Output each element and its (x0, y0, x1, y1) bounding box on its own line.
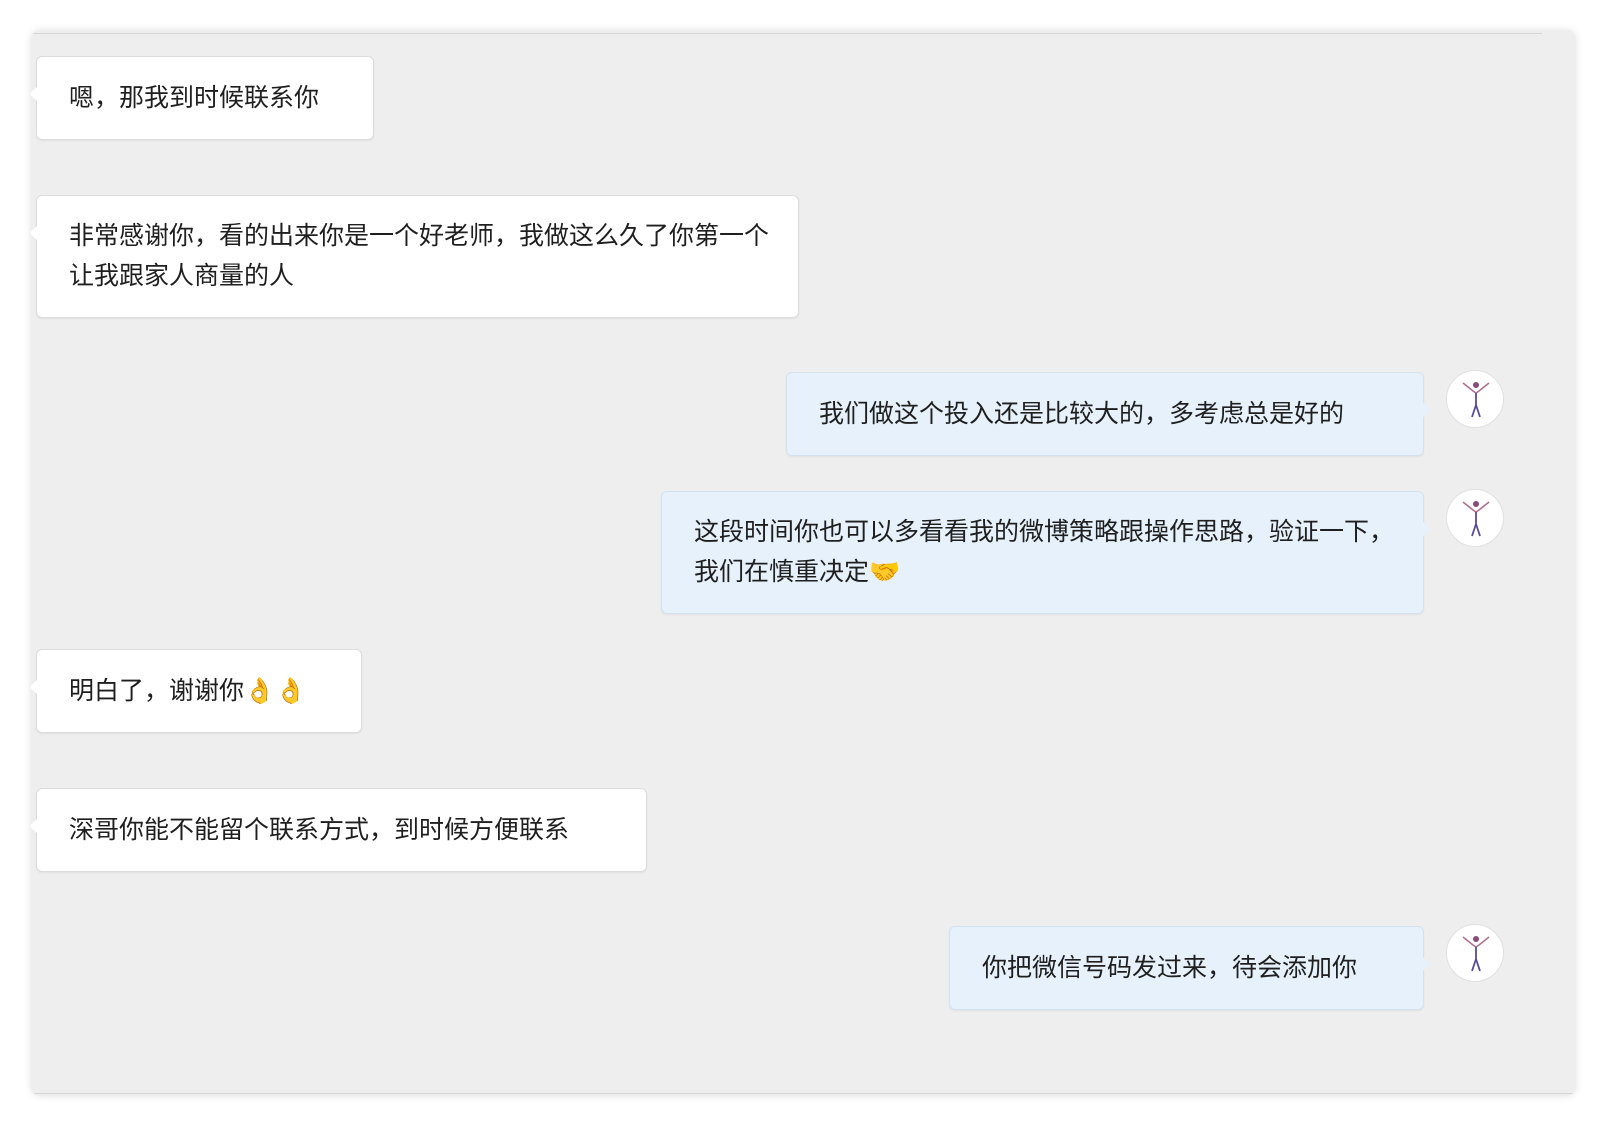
message-text: 嗯，那我到时候联系你 (69, 83, 320, 112)
message-bubble-outgoing[interactable]: 我们做这个投入还是比较大的，多考虑总是好的 (786, 372, 1431, 456)
message-text: 我们做这个投入还是比较大的，多考虑总是好的 (819, 399, 1345, 428)
message-text: 非常感谢你，看的出来你是一个好老师，我做这么久了你第一个让我跟家人商量的人 (69, 221, 770, 290)
dancer-avatar-icon (1462, 501, 1490, 537)
bottom-divider (31, 1093, 1576, 1094)
pinched-hands-emoji: 👌 (275, 676, 307, 705)
dancer-avatar-icon (1462, 382, 1490, 418)
chat-panel: 嗯，那我到时候联系你 非常感谢你，看的出来你是一个好老师，我做这么久了你第一个让… (31, 30, 1576, 1096)
message-text: 明白了，谢谢你👌👌 (69, 676, 307, 705)
avatar[interactable] (1446, 370, 1504, 428)
avatar[interactable] (1446, 489, 1504, 547)
handshake-emoji: 🤝 (869, 557, 901, 586)
avatar[interactable] (1446, 924, 1504, 982)
pinched-hands-emoji: 👌 (244, 676, 276, 705)
message-bubble-incoming[interactable]: 深哥你能不能留个联系方式，到时候方便联系 (31, 788, 647, 872)
message-text: 你把微信号码发过来，待会添加你 (982, 953, 1358, 982)
message-text: 这段时间你也可以多看看我的微博策略跟操作思路，验证一下，我们在慎重决定🤝 (694, 517, 1395, 586)
message-bubble-outgoing[interactable]: 你把微信号码发过来，待会添加你 (949, 926, 1431, 1010)
message-bubble-incoming[interactable]: 明白了，谢谢你👌👌 (31, 649, 362, 733)
message-bubble-outgoing[interactable]: 这段时间你也可以多看看我的微博策略跟操作思路，验证一下，我们在慎重决定🤝 (661, 491, 1431, 614)
message-bubble-incoming[interactable]: 非常感谢你，看的出来你是一个好老师，我做这么久了你第一个让我跟家人商量的人 (31, 195, 799, 318)
dancer-avatar-icon (1462, 936, 1490, 972)
message-bubble-incoming[interactable]: 嗯，那我到时候联系你 (31, 56, 374, 140)
message-text: 深哥你能不能留个联系方式，到时候方便联系 (69, 815, 570, 844)
top-divider (31, 33, 1542, 34)
